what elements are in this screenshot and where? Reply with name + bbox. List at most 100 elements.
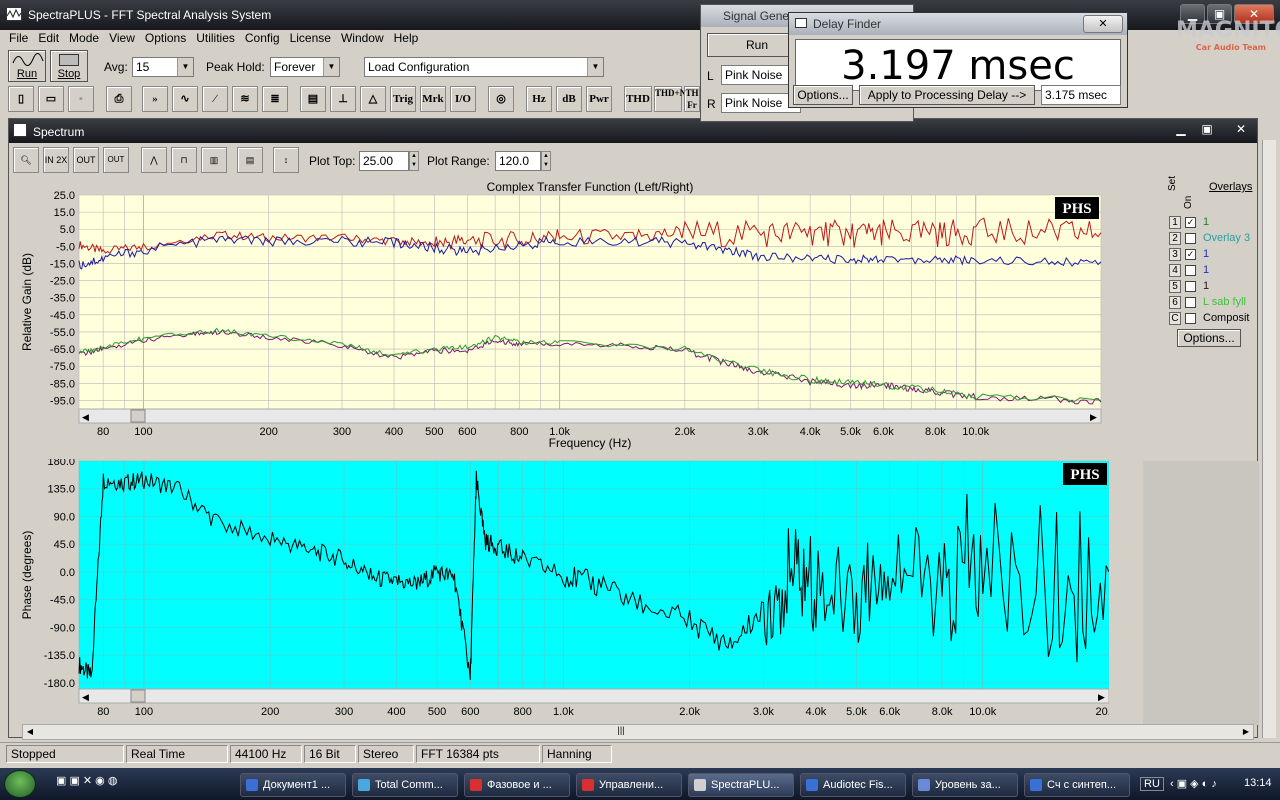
ramp-icon[interactable]: ∕ bbox=[202, 86, 228, 112]
taskbar-item[interactable]: SpectraPLU... bbox=[688, 773, 794, 797]
taskbar-item[interactable]: Фазовое и ... bbox=[464, 773, 570, 797]
x-tick-label: 10.0k bbox=[969, 706, 996, 718]
save-icon[interactable]: ▪ bbox=[68, 86, 94, 112]
y-tick-label: -25.0 bbox=[50, 276, 75, 288]
io-button[interactable]: I/O bbox=[450, 86, 476, 112]
spectrogram-icon[interactable]: ≋ bbox=[232, 86, 258, 112]
magnifier-icon[interactable]: 🔍︎ bbox=[13, 147, 39, 173]
taskbar-item[interactable]: Уровень за... bbox=[912, 773, 1018, 797]
open-folder-icon[interactable]: ▭ bbox=[38, 86, 64, 112]
bar-graph-icon[interactable]: ▥ bbox=[201, 147, 227, 173]
vertical-scale-icon[interactable]: ↕ bbox=[273, 147, 299, 173]
plot-top-spinner[interactable]: ▲ ▼ bbox=[409, 151, 419, 171]
menu-file[interactable]: File bbox=[4, 30, 33, 48]
taskbar: ▣ ▣ ✕ ◉ ◍ RU ‹ ▣ ◈ ◐ ♪ 13:14 Документ1 .… bbox=[0, 768, 1280, 800]
right-channel-label: R bbox=[707, 97, 716, 111]
taskbar-item[interactable]: Сч с синтеп... bbox=[1024, 773, 1130, 797]
stop-button[interactable]: Stop bbox=[50, 50, 88, 82]
thd-n-button[interactable]: THD+N bbox=[654, 86, 686, 112]
avg-select[interactable]: 15 ▼ bbox=[132, 57, 194, 77]
step-graph-icon[interactable]: ⊓ bbox=[171, 147, 197, 173]
menu-edit[interactable]: Edit bbox=[33, 30, 64, 48]
menu-utilities[interactable]: Utilities bbox=[191, 30, 240, 48]
vertical-scrollbar[interactable] bbox=[1262, 140, 1276, 738]
plot-range-input[interactable]: 120.0 bbox=[495, 151, 541, 171]
waveform-icon[interactable]: ∿ bbox=[172, 86, 198, 112]
menu-mode[interactable]: Mode bbox=[64, 30, 104, 48]
applied-delay-field[interactable]: 3.175 msec bbox=[1041, 85, 1121, 105]
close-icon[interactable]: ✕ bbox=[1231, 122, 1251, 138]
status-cell: FFT 16384 pts bbox=[416, 745, 540, 763]
overlay-checkbox[interactable] bbox=[1185, 297, 1196, 308]
zoom-out-2x-button[interactable]: OUT 2X bbox=[73, 147, 99, 189]
peak-hold-select[interactable]: Forever ▼ bbox=[270, 57, 340, 77]
db-button[interactable]: dB bbox=[556, 86, 582, 112]
run-button[interactable]: Run bbox=[8, 50, 46, 82]
menu-help[interactable]: Help bbox=[389, 30, 424, 48]
zoom-in-2x-button[interactable]: IN 2X bbox=[43, 147, 69, 173]
sine-icon[interactable]: ◎ bbox=[488, 86, 514, 112]
close-icon[interactable]: ✕ bbox=[1083, 15, 1123, 33]
overlay-set-number[interactable]: C bbox=[1169, 312, 1181, 325]
overlay-set-number[interactable]: 4 bbox=[1169, 264, 1181, 277]
menu-license[interactable]: License bbox=[285, 30, 336, 48]
delay-options-button[interactable]: Options... bbox=[793, 85, 853, 105]
menu-window[interactable]: Window bbox=[336, 30, 389, 48]
taskbar-item[interactable]: Управлени... bbox=[576, 773, 682, 797]
overlay-set-number[interactable]: 3 bbox=[1169, 248, 1181, 261]
overlay-checkbox[interactable] bbox=[1185, 313, 1196, 324]
taskbar-item-label: Уровень за... bbox=[935, 779, 1001, 791]
trigger-button[interactable]: Trig bbox=[390, 86, 416, 112]
table-view-icon[interactable]: ▤ bbox=[237, 147, 263, 173]
horizontal-scrollbar[interactable]: ||| ▶ ◀ bbox=[22, 724, 1254, 740]
menu-config[interactable]: Config bbox=[240, 30, 285, 48]
new-file-icon[interactable]: ▯ bbox=[8, 86, 34, 112]
overlay-checkbox[interactable] bbox=[1185, 233, 1196, 244]
overlay-set-number[interactable]: 5 bbox=[1169, 280, 1181, 293]
overlay-set-number[interactable]: 2 bbox=[1169, 232, 1181, 245]
start-button[interactable] bbox=[4, 770, 36, 798]
overlay-checkbox[interactable] bbox=[1185, 265, 1196, 276]
axis-icon[interactable]: ⊥ bbox=[330, 86, 356, 112]
arrow-left-icon[interactable]: ◀ bbox=[23, 725, 37, 739]
table-icon[interactable]: ▤ bbox=[300, 86, 326, 112]
menu-options[interactable]: Options bbox=[140, 30, 191, 48]
x-tick-label: 300 bbox=[333, 426, 351, 438]
overlay-checkbox[interactable] bbox=[1185, 281, 1196, 292]
plot-range-spinner[interactable]: ▲ ▼ bbox=[541, 151, 551, 171]
hz-button[interactable]: Hz bbox=[526, 86, 552, 112]
marker-button[interactable]: Mrk bbox=[420, 86, 446, 112]
thd-fr-button[interactable]: TH Fr bbox=[684, 86, 700, 112]
scroll-thumb[interactable]: ||| bbox=[613, 725, 629, 739]
transfer-function-chart[interactable]: 25.0 15.0 5.0 -5.0 -15.0 -25.0 -35.0 -45.0 -55.0… bbox=[19, 177, 1109, 455]
phase-chart[interactable]: 180.0 135.0 90.0 45.0 0.0 -45.0 -90.0 -135.0 -18… bbox=[19, 459, 1109, 727]
3d-plot-icon[interactable]: ≣ bbox=[262, 86, 288, 112]
arrow-right-icon[interactable]: ▶ bbox=[1239, 725, 1253, 739]
overlay-checkbox[interactable]: ✓ bbox=[1185, 217, 1196, 228]
overlay-checkbox[interactable]: ✓ bbox=[1185, 249, 1196, 260]
filter-icon[interactable]: △ bbox=[360, 86, 386, 112]
minimize-icon[interactable]: ▁ bbox=[1171, 122, 1191, 138]
pwr-button[interactable]: Pwr bbox=[586, 86, 612, 112]
overlay-row: C Composit bbox=[1169, 311, 1261, 327]
taskbar-item[interactable]: Документ1 ... bbox=[240, 773, 346, 797]
main-window: SpectraPLUS - FFT Spectral Analysis Syst… bbox=[0, 0, 1280, 768]
zoom-out-full-button[interactable]: OUT FULL bbox=[103, 147, 129, 188]
thd-button[interactable]: THD bbox=[624, 86, 652, 112]
x-tick-label: 6.0k bbox=[879, 706, 900, 718]
overlay-set-number[interactable]: 1 bbox=[1169, 216, 1181, 229]
overlay-options-button[interactable]: Options... bbox=[1177, 329, 1241, 347]
fast-forward-icon[interactable]: » bbox=[142, 86, 168, 112]
y-tick-label: -90.0 bbox=[50, 622, 75, 634]
overlay-set-number[interactable]: 6 bbox=[1169, 296, 1181, 309]
taskbar-item[interactable]: Total Comm... bbox=[352, 773, 458, 797]
restore-icon[interactable]: ▣ bbox=[1197, 122, 1217, 138]
configuration-select[interactable]: Load Configuration ▼ bbox=[364, 57, 604, 77]
plot-top-input[interactable]: 25.00 bbox=[359, 151, 409, 171]
apply-delay-button[interactable]: Apply to Processing Delay --> bbox=[859, 85, 1035, 105]
language-indicator[interactable]: RU bbox=[1140, 777, 1164, 791]
print-icon[interactable]: ⎙ bbox=[106, 86, 132, 112]
menu-view[interactable]: View bbox=[104, 30, 140, 48]
line-graph-icon[interactable]: ⋀ bbox=[141, 147, 167, 173]
taskbar-item[interactable]: Audiotec Fis... bbox=[800, 773, 906, 797]
